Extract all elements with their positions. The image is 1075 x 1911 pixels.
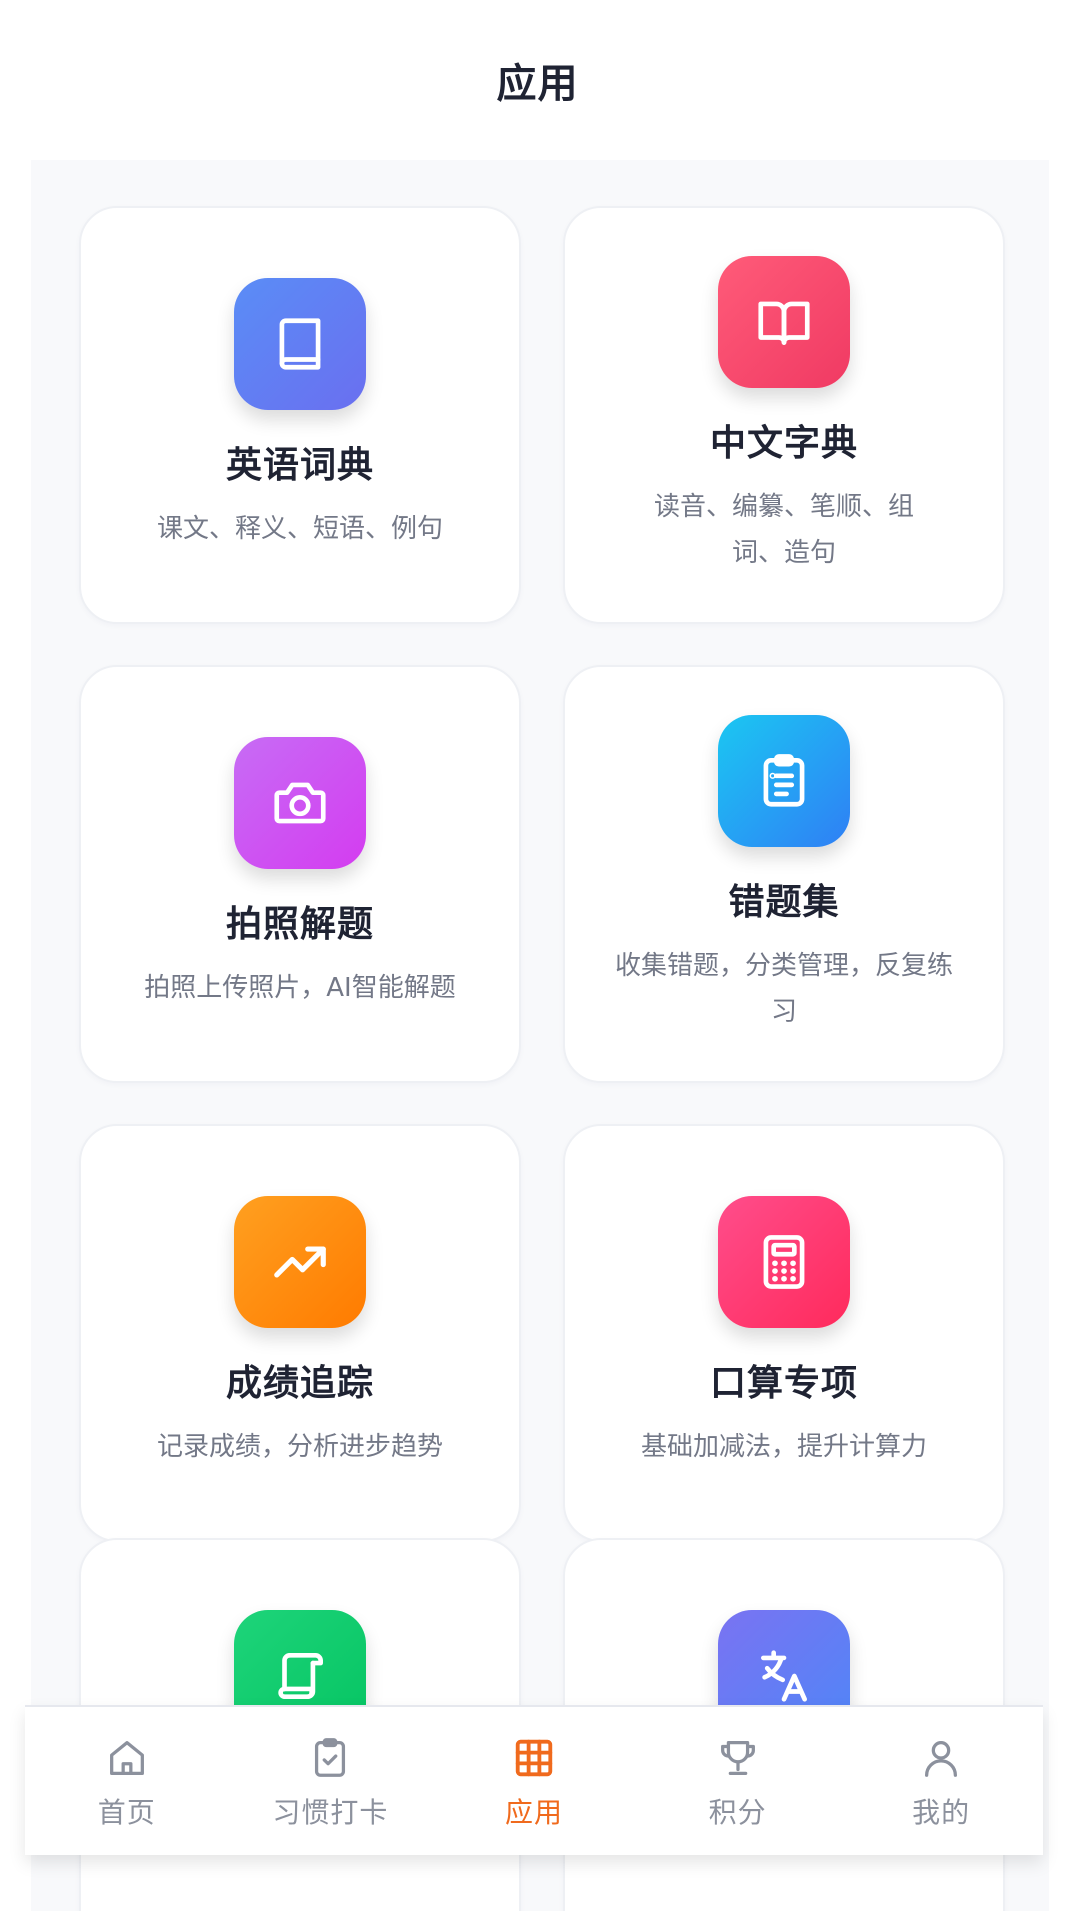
- app-card-desc: 记录成绩，分析进步趋势: [156, 1432, 443, 1462]
- tab-apps[interactable]: 应用: [434, 1707, 634, 1831]
- calculator-icon: [763, 1235, 805, 1289]
- tab-label: 应用: [504, 1796, 563, 1829]
- tab-label: 习惯打卡: [272, 1796, 389, 1829]
- tab-label: 我的: [912, 1796, 971, 1829]
- book-icon: [279, 318, 321, 370]
- app-card-title: 英语词典: [225, 445, 374, 486]
- app-card-photo-solve[interactable]: 拍照解题 拍照上传照片，AI智能解题: [79, 665, 521, 1083]
- app-card-chinese-dictionary[interactable]: 中文字典 读音、编纂、笔顺、组词、造句: [563, 206, 1005, 624]
- app-card-desc: 读音、编纂、笔顺、组词、造句: [653, 492, 914, 568]
- mental-math-icon-box: [718, 1196, 850, 1328]
- home-icon: [109, 1741, 144, 1775]
- app-card-english-dictionary[interactable]: 英语词典 课文、释义、短语、例句: [79, 206, 521, 624]
- trophy-icon: [720, 1741, 755, 1775]
- tab-habit-checkin[interactable]: 习惯打卡: [230, 1707, 430, 1831]
- clipboard-check-icon: [315, 1738, 346, 1777]
- app-card-score-tracking[interactable]: 成绩追踪 记录成绩，分析进步趋势: [79, 1124, 521, 1542]
- app-card-desc: 拍照上传照片，AI智能解题: [144, 973, 456, 1003]
- app-card-mental-math[interactable]: 口算专项 基础加减法，提升计算力: [563, 1124, 1005, 1542]
- app-card-title: 拍照解题: [225, 904, 374, 945]
- score-tracking-icon-box: [234, 1196, 366, 1328]
- app-card-title: 中文字典: [709, 423, 858, 464]
- tab-label: 首页: [97, 1796, 156, 1829]
- app-page: 应用 英语词典 课文、释义、短语、例句 中文字典 读音、编纂、笔顺、组词、造句 …: [0, 0, 1075, 1911]
- translate-icon: [761, 1650, 807, 1702]
- chinese-dictionary-icon-box: [718, 256, 850, 388]
- photo-solve-icon-box: [234, 737, 366, 869]
- tab-label: 积分: [708, 1796, 767, 1829]
- app-card-mistake-book[interactable]: 错题集 收集错题，分类管理，反复练习: [563, 665, 1005, 1083]
- clipboard-icon: [763, 754, 805, 807]
- camera-icon: [274, 782, 326, 824]
- app-card-title: 成绩追踪: [225, 1363, 374, 1404]
- app-card-desc: 收集错题，分类管理，反复练习: [614, 951, 953, 1027]
- apps-grid: 英语词典 课文、释义、短语、例句 中文字典 读音、编纂、笔顺、组词、造句 拍照解…: [31, 160, 1049, 1911]
- mistake-book-icon-box: [718, 715, 850, 847]
- open-book-icon: [758, 301, 810, 345]
- bottom-tab-bar: 首页 习惯打卡 应用 积分 我的: [25, 1705, 1043, 1855]
- page-header: 应用: [0, 0, 1075, 160]
- user-icon: [925, 1741, 958, 1777]
- tab-points[interactable]: 积分: [638, 1707, 838, 1831]
- app-card-desc: 课文、释义、短语、例句: [156, 514, 443, 544]
- tab-profile[interactable]: 我的: [841, 1707, 1041, 1831]
- app-card-desc: 基础加减法，提升计算力: [640, 1432, 927, 1462]
- app-card-title: 口算专项: [709, 1363, 858, 1404]
- scroll-icon: [278, 1653, 323, 1699]
- page-title: 应用: [496, 61, 579, 107]
- trending-up-icon: [274, 1246, 326, 1278]
- tab-home[interactable]: 首页: [27, 1707, 227, 1831]
- app-card-title: 错题集: [728, 882, 840, 923]
- grid-icon: [515, 1739, 553, 1777]
- english-dictionary-icon-box: [234, 278, 366, 410]
